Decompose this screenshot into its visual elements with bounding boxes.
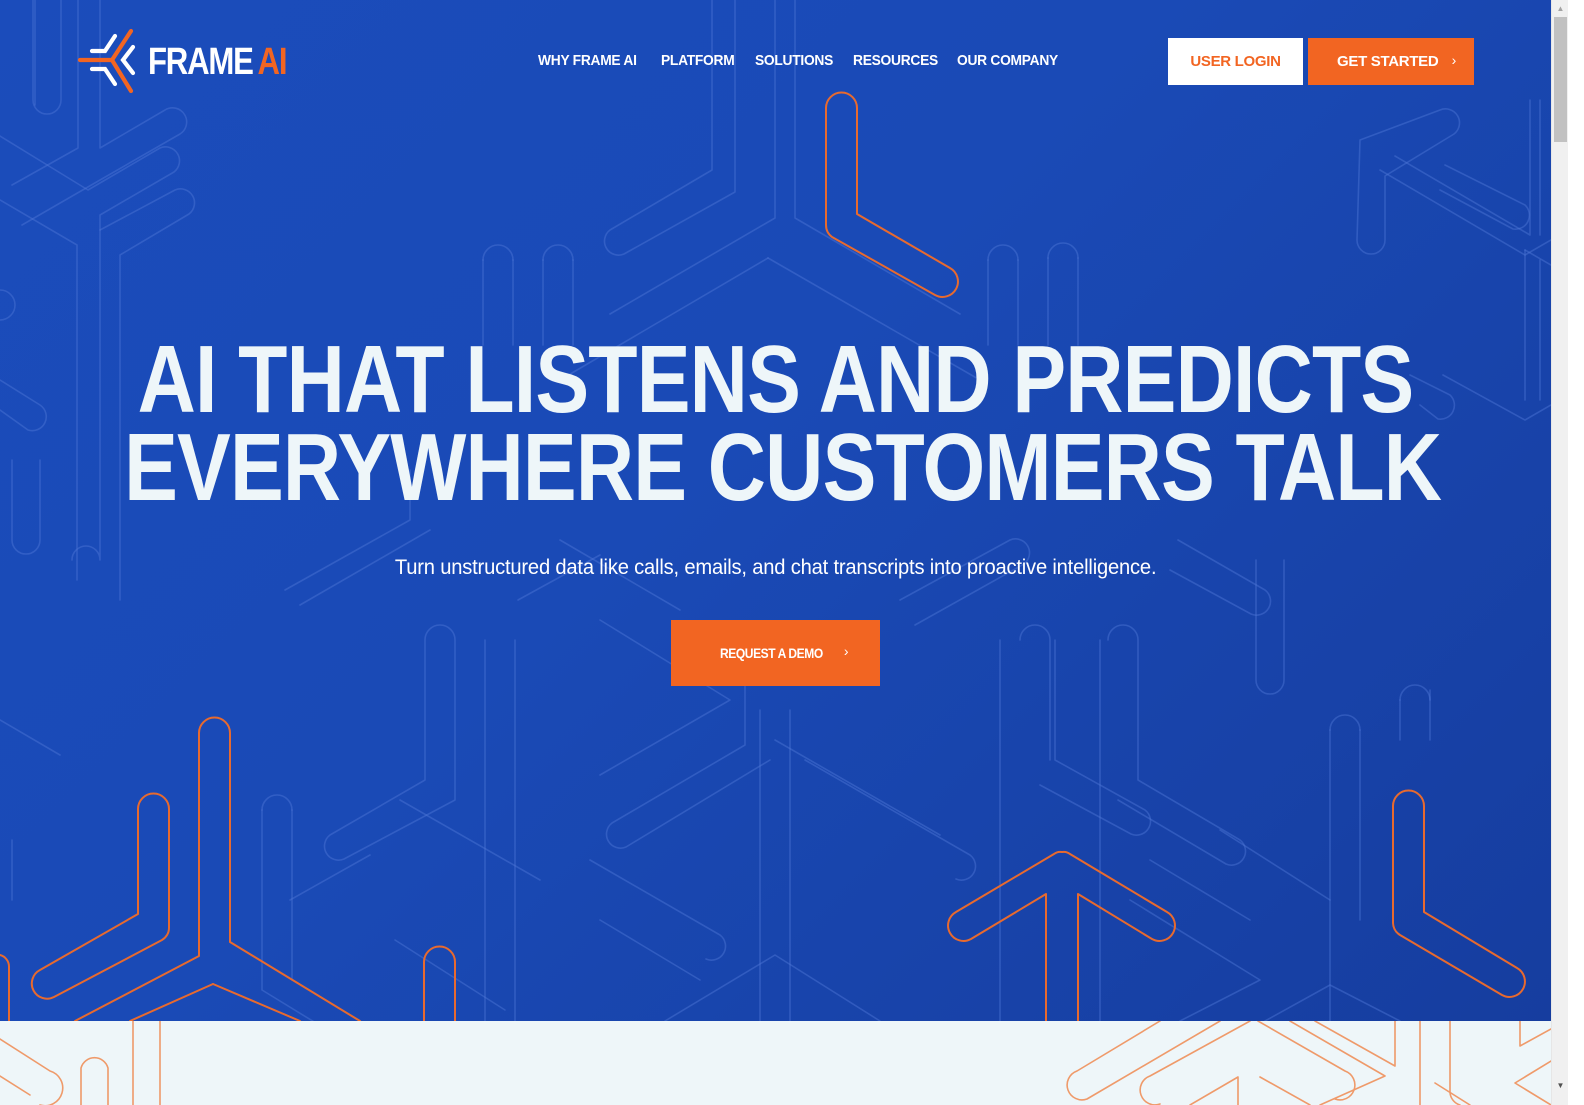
next-section: [0, 1021, 1551, 1105]
logo-wordmark: FRAME AI: [148, 40, 288, 84]
scrollbar-thumb[interactable]: [1554, 17, 1567, 142]
get-started-button[interactable]: GET STARTED ›: [1308, 38, 1474, 85]
nav-item-solutions[interactable]: SOLUTIONS: [755, 52, 833, 69]
hero-section: FRAME AI WHY FRAME AI PLATFORM SOLUTIONS …: [0, 0, 1551, 1021]
hero-subheadline-text: Turn unstructured data like calls, email…: [394, 556, 1157, 579]
hero-headline: AI THAT LISTENS AND PREDICTS EVERYWHERE …: [0, 326, 1551, 521]
hero-headline-line-1: AI THAT LISTENS AND PREDICTS: [137, 326, 1415, 433]
user-login-button[interactable]: USER LOGIN: [1168, 38, 1303, 85]
next-section-pattern: [0, 1021, 1551, 1105]
chevron-right-icon: ›: [843, 643, 849, 659]
page-viewport: FRAME AI WHY FRAME AI PLATFORM SOLUTIONS …: [0, 0, 1551, 1105]
scroll-up-arrow-icon[interactable]: ▲: [1552, 0, 1569, 16]
frame-ai-logo[interactable]: FRAME AI: [76, 27, 317, 97]
nav-item-why-frame-ai[interactable]: WHY FRAME AI: [538, 52, 637, 69]
scroll-down-arrow-icon[interactable]: ▼: [1552, 1077, 1569, 1093]
logo-wordmark-main: FRAME: [148, 40, 254, 83]
main-nav: WHY FRAME AI PLATFORM SOLUTIONS RESOURCE…: [538, 52, 1087, 69]
logo-wordmark-accent: AI: [257, 40, 288, 83]
chevron-right-icon: ›: [1451, 52, 1457, 68]
request-demo-label: REQUEST A DEMO: [720, 645, 823, 661]
window-edge: [1568, 0, 1584, 1105]
nav-item-platform[interactable]: PLATFORM: [661, 52, 735, 69]
hero-subheadline: Turn unstructured data like calls, email…: [0, 556, 1551, 580]
nav-item-our-company[interactable]: OUR COMPANY: [957, 52, 1058, 69]
get-started-label: GET STARTED: [1337, 53, 1439, 70]
nav-item-resources[interactable]: RESOURCES: [853, 52, 938, 69]
hero-headline-line-2: EVERYWHERE CUSTOMERS TALK: [124, 414, 1442, 521]
request-demo-button[interactable]: REQUEST A DEMO ›: [671, 620, 880, 686]
vertical-scrollbar[interactable]: ▲ ▼: [1551, 0, 1568, 1105]
frame-ai-logo-mark-icon: [77, 28, 136, 94]
